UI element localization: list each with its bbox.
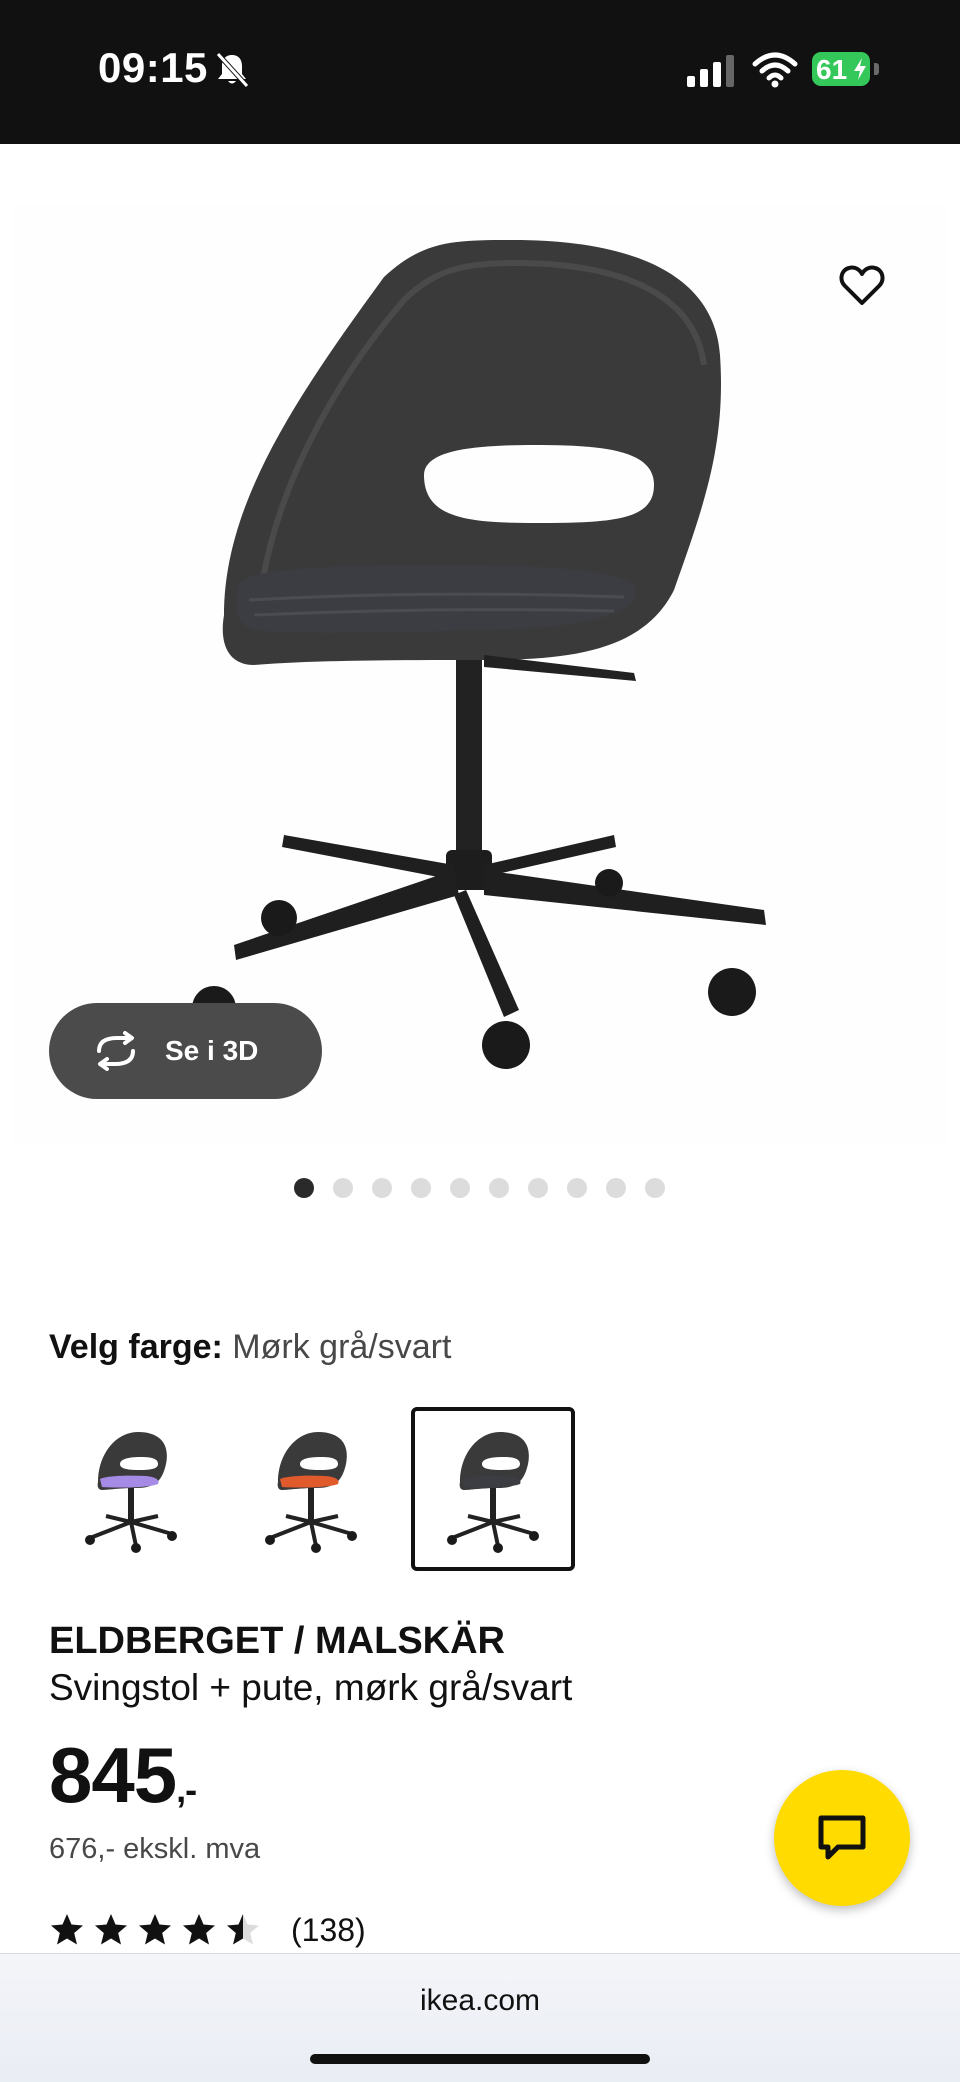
battery-charging-icon <box>854 58 866 80</box>
status-time: 09:15 <box>98 44 208 91</box>
review-count: (138) <box>291 1911 366 1948</box>
battery-level: 61 <box>816 54 848 85</box>
star-icon <box>139 1914 171 1945</box>
carousel-dot[interactable] <box>567 1178 587 1198</box>
color-picker-label: Velg farge: Mørk grå/svart <box>49 1328 451 1367</box>
wifi-icon <box>752 52 798 88</box>
color-swatch-1[interactable] <box>49 1407 213 1571</box>
carousel-dot[interactable] <box>528 1178 548 1198</box>
star-icon <box>95 1914 127 1945</box>
selected-color-value: Mørk grå/svart <box>232 1328 452 1366</box>
carousel-dots[interactable] <box>294 1178 665 1198</box>
product-name: ELDBERGET / MALSKÄR <box>49 1620 505 1662</box>
price-suffix: ,- <box>176 1769 197 1810</box>
star-icon <box>227 1914 259 1945</box>
status-bar: 09:15 61 <box>0 0 960 144</box>
product-description: Svingstol + pute, mørk grå/svart <box>49 1667 573 1708</box>
carousel-dot[interactable] <box>372 1178 392 1198</box>
rotate-3d-icon <box>97 1031 135 1071</box>
chair-thumbnail <box>85 1432 177 1553</box>
chat-button[interactable] <box>774 1770 910 1906</box>
carousel-dot[interactable] <box>411 1178 431 1198</box>
heart-icon <box>839 265 885 305</box>
bell-slash-icon <box>216 52 249 88</box>
price-excluding-vat: 676,- ekskl. mva <box>49 1833 261 1865</box>
browser-address-bar[interactable]: ikea.com <box>0 1953 960 2082</box>
view-3d-button[interactable]: Se i 3D <box>49 1003 322 1099</box>
chair-thumbnail <box>265 1432 357 1553</box>
cellular-signal-icon <box>687 55 734 87</box>
battery-indicator: 61 <box>812 52 880 88</box>
star-icon <box>183 1914 215 1945</box>
chair-thumbnail <box>447 1432 539 1553</box>
rating[interactable]: (138) <box>49 1908 366 1952</box>
view-3d-label: Se i 3D <box>165 1035 259 1066</box>
price-value: 845 <box>49 1731 177 1819</box>
rating-stars <box>49 1912 269 1948</box>
carousel-dot[interactable] <box>645 1178 665 1198</box>
color-swatch-2[interactable] <box>229 1407 393 1571</box>
chat-bubble-icon <box>818 1815 866 1860</box>
home-indicator[interactable] <box>310 2054 650 2064</box>
carousel-dot[interactable] <box>333 1178 353 1198</box>
carousel-dot[interactable] <box>489 1178 509 1198</box>
color-swatch-3[interactable] <box>411 1407 575 1571</box>
carousel-dot[interactable] <box>450 1178 470 1198</box>
carousel-dot[interactable] <box>606 1178 626 1198</box>
product-price: 845,- <box>49 1730 197 1821</box>
carousel-dot[interactable] <box>294 1178 314 1198</box>
color-picker-title: Velg farge: <box>49 1328 223 1366</box>
star-icon <box>51 1914 83 1945</box>
address-url[interactable]: ikea.com <box>0 1984 960 2018</box>
favorite-button[interactable] <box>832 256 892 316</box>
